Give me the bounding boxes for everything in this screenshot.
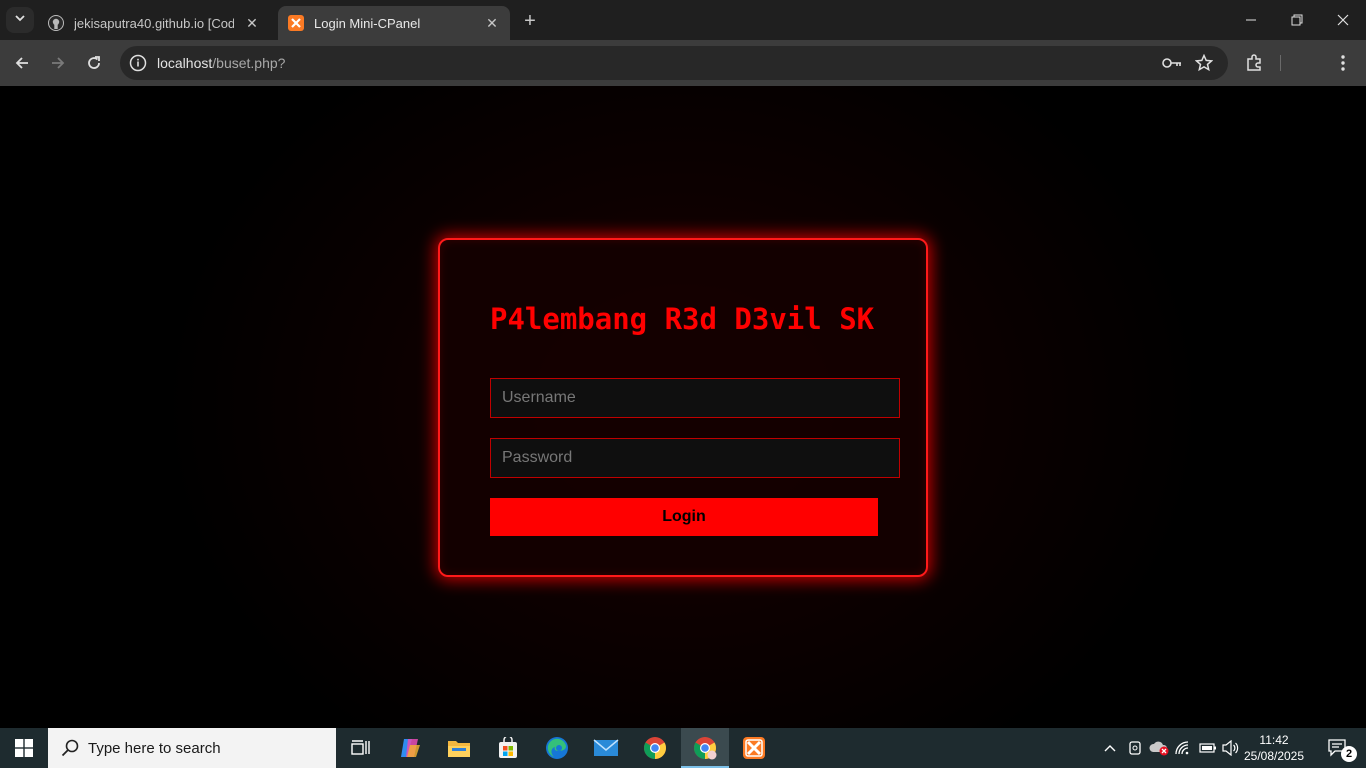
minimize-button[interactable] xyxy=(1228,0,1274,40)
windows-logo-icon xyxy=(15,739,33,757)
taskbar-search-box[interactable]: Type here to search xyxy=(48,728,336,768)
clock-time: 11:42 xyxy=(1259,733,1289,747)
password-key-icon[interactable] xyxy=(1160,53,1184,73)
close-icon xyxy=(1337,14,1349,26)
chrome-icon[interactable] xyxy=(631,728,679,768)
page-viewport: P4lembang R3d D3vil SK Login xyxy=(0,86,1366,728)
close-window-button[interactable] xyxy=(1320,0,1366,40)
url-text: localhost/buset.php? xyxy=(157,55,285,71)
restore-icon xyxy=(1291,14,1303,26)
close-icon[interactable]: ✕ xyxy=(482,13,502,33)
start-button[interactable] xyxy=(0,728,48,768)
meet-now-icon[interactable] xyxy=(1124,728,1146,768)
login-card: P4lembang R3d D3vil SK Login xyxy=(438,238,928,577)
forward-button[interactable] xyxy=(44,49,72,77)
github-icon xyxy=(48,15,64,31)
edge-icon[interactable] xyxy=(533,728,581,768)
back-button[interactable] xyxy=(8,49,36,77)
windows-taskbar: Type here to search 11:42 25/08/2025 2 xyxy=(0,728,1366,768)
tab-search-button[interactable] xyxy=(6,7,34,33)
volume-icon[interactable] xyxy=(1220,728,1242,768)
xampp-icon[interactable] xyxy=(730,728,778,768)
browser-menu-button[interactable] xyxy=(1329,49,1357,77)
tab-strip: jekisaputra40.github.io [Codesp ✕ Login … xyxy=(0,0,1366,40)
minimize-icon xyxy=(1246,19,1256,21)
username-input[interactable] xyxy=(490,378,900,418)
store-icon[interactable] xyxy=(484,728,532,768)
file-explorer-icon[interactable] xyxy=(435,728,483,768)
browser-toolbar: localhost/buset.php? xyxy=(0,40,1366,114)
taskbar-clock[interactable]: 11:42 25/08/2025 xyxy=(1242,732,1306,764)
puzzle-icon xyxy=(1247,54,1261,71)
site-info-icon[interactable] xyxy=(128,53,148,73)
toolbar-divider xyxy=(1280,55,1281,71)
extensions-button[interactable] xyxy=(1240,49,1268,77)
kebab-menu-icon xyxy=(1341,55,1345,71)
onedrive-error-icon[interactable] xyxy=(1148,728,1170,768)
reload-icon xyxy=(88,56,100,69)
show-hidden-icons-chevron-icon[interactable] xyxy=(1100,728,1120,768)
tab-github[interactable]: jekisaputra40.github.io [Codesp ✕ xyxy=(38,6,270,40)
login-button[interactable]: Login xyxy=(490,498,878,536)
copilot-icon[interactable] xyxy=(386,728,434,768)
arrow-right-icon xyxy=(52,57,65,69)
wifi-icon[interactable] xyxy=(1173,728,1195,768)
password-input[interactable] xyxy=(490,438,900,478)
address-bar[interactable]: localhost/buset.php? xyxy=(120,46,1228,80)
reload-button[interactable] xyxy=(80,49,108,77)
notification-badge: 2 xyxy=(1341,746,1357,762)
url-path: /buset.php? xyxy=(212,55,286,71)
search-placeholder: Type here to search xyxy=(88,739,221,757)
mail-icon[interactable] xyxy=(582,728,630,768)
arrow-left-icon xyxy=(15,57,28,69)
clock-date: 25/08/2025 xyxy=(1243,749,1305,763)
new-tab-button[interactable]: + xyxy=(518,9,542,33)
notification-center-button[interactable]: 2 xyxy=(1318,728,1358,768)
tab-title: jekisaputra40.github.io [Codesp xyxy=(74,15,234,31)
url-host: localhost xyxy=(157,55,213,71)
tab-title: Login Mini-CPanel xyxy=(314,15,421,31)
battery-icon[interactable] xyxy=(1197,728,1219,768)
page-title: P4lembang R3d D3vil SK xyxy=(490,302,875,336)
search-icon xyxy=(60,738,80,758)
close-icon[interactable]: ✕ xyxy=(242,13,262,33)
chevron-down-icon xyxy=(14,11,26,29)
xampp-icon xyxy=(288,15,304,31)
bookmark-star-icon[interactable] xyxy=(1192,53,1216,73)
tab-login[interactable]: Login Mini-CPanel ✕ xyxy=(278,6,510,40)
restore-button[interactable] xyxy=(1274,0,1320,40)
chrome-profile-icon[interactable] xyxy=(681,728,729,768)
task-view-icon[interactable] xyxy=(336,728,384,768)
